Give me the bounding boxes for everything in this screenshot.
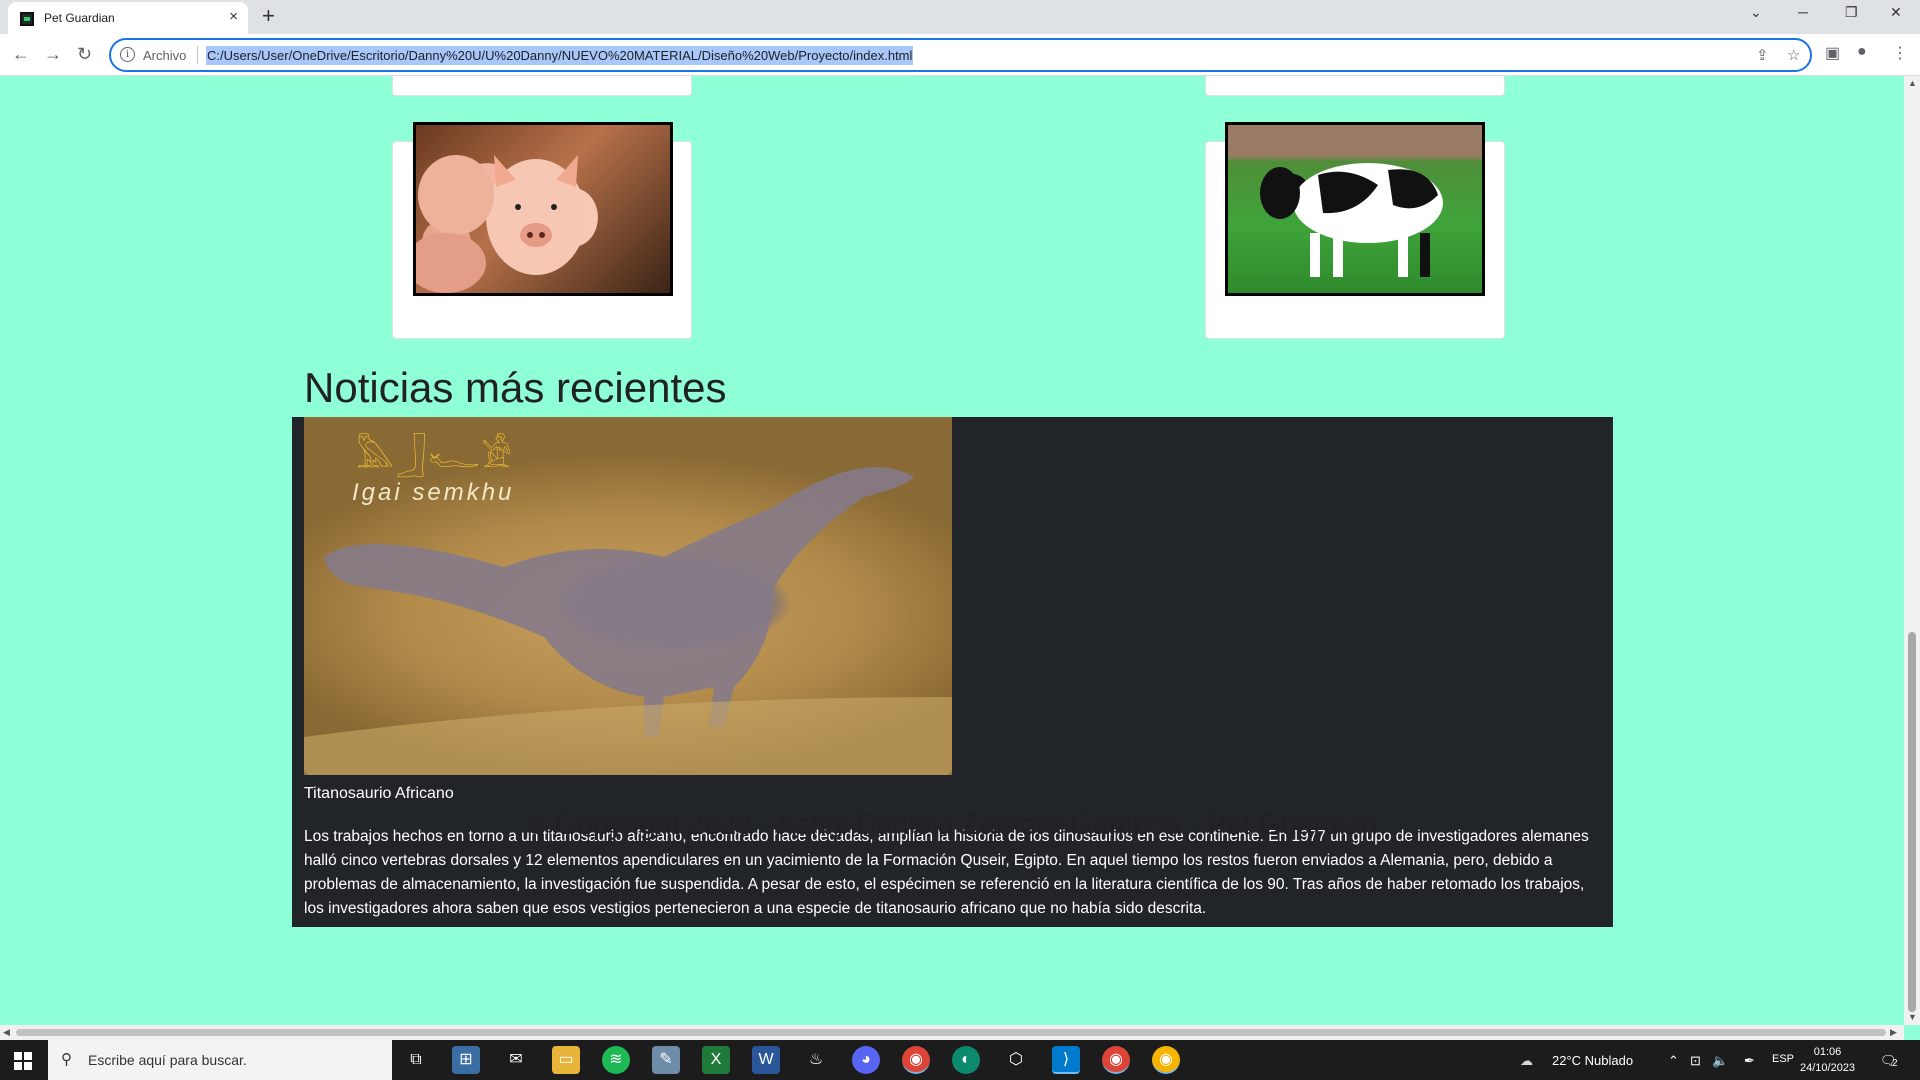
browser-tab-strip: Pet Guardian × + ⌄ ─ ❐ ✕ — [0, 0, 1920, 34]
url-text[interactable]: C:/Users/User/OneDrive/Escritorio/Danny%… — [206, 46, 914, 65]
forward-icon[interactable]: → — [44, 44, 62, 65]
browser-tab[interactable]: Pet Guardian × — [8, 2, 248, 34]
back-icon[interactable]: ← — [12, 44, 30, 65]
word-icon[interactable]: W — [752, 1046, 780, 1074]
tab-title: Pet Guardian — [44, 11, 115, 25]
restore-icon[interactable]: ❐ — [1845, 4, 1858, 21]
close-tab-icon[interactable]: × — [229, 8, 238, 25]
scroll-up-icon[interactable]: ▲ — [1908, 78, 1917, 88]
page-footer: © Copyright 2023 - Ashly Daniela Zamora … — [526, 809, 1378, 841]
pig-image — [413, 122, 673, 296]
edge-icon[interactable]: ◐ — [952, 1046, 980, 1074]
scroll-right-icon[interactable]: ▶ — [1890, 1027, 1897, 1038]
favicon-icon — [20, 12, 34, 26]
horizontal-scroll-thumb[interactable] — [16, 1029, 1886, 1036]
steam-icon[interactable]: ♨ — [802, 1046, 830, 1074]
taskbar-search-placeholder: Escribe aquí para buscar. — [88, 1052, 247, 1068]
address-bar[interactable]: i Archivo C:/Users/User/OneDrive/Escrito… — [109, 38, 1812, 72]
scroll-down-icon[interactable]: ▼ — [1908, 1012, 1917, 1022]
notepad-icon[interactable]: ✎ — [652, 1046, 680, 1074]
new-tab-button[interactable]: + — [262, 3, 275, 29]
clock-date: 24/10/2023 — [1800, 1062, 1856, 1074]
excel-icon[interactable]: X — [702, 1046, 730, 1074]
file-explorer-icon[interactable]: ▭ — [552, 1046, 580, 1074]
language-indicator[interactable]: ESP — [1772, 1053, 1794, 1065]
scroll-left-icon[interactable]: ◀ — [3, 1027, 10, 1038]
cow-illustration — [1260, 163, 1443, 277]
tab-search-chevron-icon[interactable]: ⌄ — [1750, 4, 1762, 21]
pen-icon[interactable]: ✒ — [1744, 1053, 1755, 1069]
network-icon[interactable]: ⊡ — [1690, 1053, 1701, 1069]
bookmark-star-icon[interactable]: ☆ — [1787, 46, 1800, 64]
news-heading: Noticias más recientes — [304, 364, 727, 411]
vertical-scroll-thumb[interactable] — [1908, 632, 1916, 1012]
chrome-active-icon[interactable]: ◉ — [1152, 1046, 1180, 1074]
animal-card-top-right — [1205, 76, 1505, 96]
cow-image — [1225, 122, 1485, 296]
spotify-icon[interactable]: ≋ — [602, 1046, 630, 1074]
share-icon[interactable]: ⇪ — [1756, 46, 1769, 64]
vertical-scrollbar[interactable]: ▲ ▼ — [1904, 76, 1920, 1025]
address-divider — [197, 46, 198, 64]
hieroglyph-decoration: 𓅓𓃀𓆑𓀀 — [356, 437, 515, 475]
store-icon[interactable]: ⊞ — [452, 1046, 480, 1074]
chrome-icon[interactable]: ◉ — [902, 1046, 930, 1074]
volume-icon[interactable]: 🔈 — [1712, 1053, 1728, 1069]
horizontal-scrollbar[interactable]: ◀ ▶ — [0, 1025, 1904, 1040]
pig-illustration — [416, 155, 586, 293]
reload-icon[interactable]: ↻ — [77, 44, 92, 65]
image-overlay-text: Igai semkhu — [352, 479, 515, 506]
windows-start-icon[interactable] — [14, 1052, 32, 1070]
chrome-profile-icon[interactable]: ◉ — [1102, 1046, 1130, 1074]
site-info-icon[interactable]: i — [120, 47, 135, 62]
clock-time: 01:06 — [1813, 1046, 1842, 1058]
weather-icon[interactable]: ☁ — [1520, 1053, 1533, 1069]
search-icon: ⚲ — [61, 1051, 72, 1068]
menu-kebab-icon[interactable]: ⋮ — [1892, 43, 1908, 63]
mail-icon[interactable]: ✉ — [502, 1046, 530, 1074]
windows-taskbar: ⚲ Escribe aquí para buscar. ⧉ ⊞ ✉ ▭ ≋ ✎ … — [0, 1040, 1920, 1080]
browser-toolbar: ← → ↻ i Archivo C:/Users/User/OneDrive/E… — [0, 34, 1920, 76]
titanosaur-image: 𓅓𓃀𓆑𓀀 Igai semkhu — [304, 417, 952, 775]
news-section: 𓅓𓃀𓆑𓀀 Igai semkhu Titanosaurio Africano L… — [292, 417, 1613, 927]
unity-icon[interactable]: ⬡ — [1002, 1046, 1030, 1074]
profile-icon[interactable]: ● — [1857, 43, 1867, 61]
weather-text[interactable]: 22°C Nublado — [1552, 1053, 1633, 1068]
discord-icon[interactable]: ◕ — [852, 1046, 880, 1074]
side-panel-icon[interactable]: ▣ — [1825, 43, 1840, 63]
scheme-label: Archivo — [143, 48, 187, 63]
page-viewport: Noticias más recientes 𓅓𓃀𓆑𓀀 Igai semkhu … — [0, 76, 1904, 1025]
task-view-icon[interactable]: ⧉ — [402, 1046, 430, 1074]
notification-count: 2 — [1892, 1058, 1898, 1069]
taskbar-clock[interactable]: 01:06 24/10/2023 — [1800, 1044, 1855, 1076]
taskbar-search[interactable]: ⚲ Escribe aquí para buscar. — [48, 1040, 392, 1080]
animal-card-top-left — [392, 76, 692, 96]
close-window-icon[interactable]: ✕ — [1890, 4, 1902, 21]
vscode-icon[interactable]: ⟩ — [1052, 1046, 1080, 1074]
news-caption: Titanosaurio Africano — [304, 785, 454, 802]
minimize-icon[interactable]: ─ — [1798, 4, 1808, 20]
tray-overflow-icon[interactable]: ⌃ — [1668, 1053, 1679, 1069]
